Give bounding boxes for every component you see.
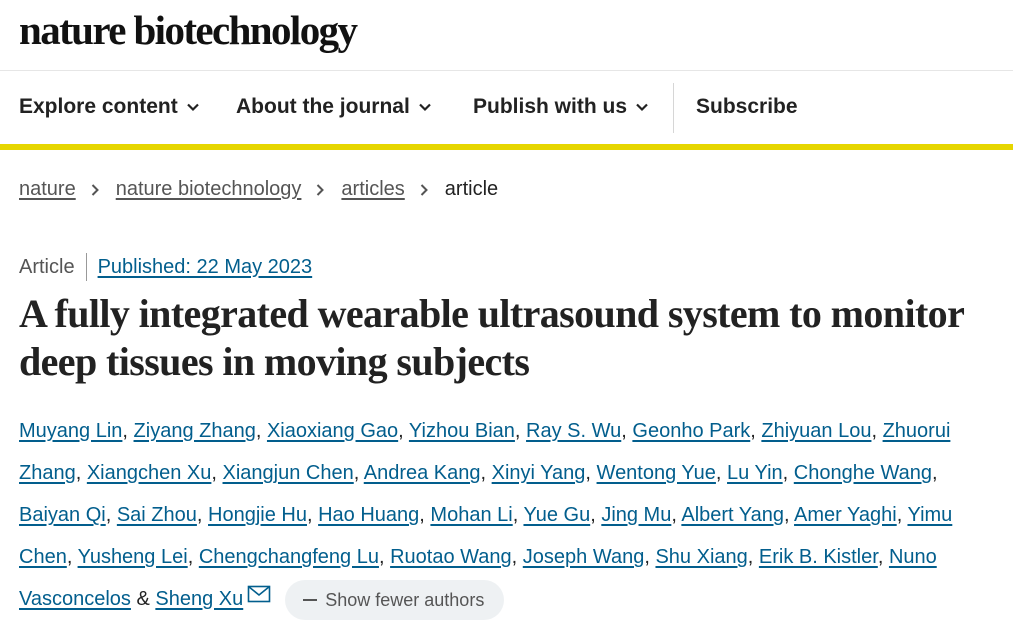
author-link[interactable]: Hongjie Hu bbox=[208, 504, 307, 526]
masthead: nature biotechnology bbox=[0, 0, 1013, 71]
nav-subscribe[interactable]: Subscribe bbox=[696, 95, 798, 119]
author-link[interactable]: Yizhou Bian bbox=[409, 420, 515, 442]
chevron-right-icon bbox=[317, 183, 325, 196]
author-link[interactable]: Yue Gu bbox=[523, 504, 590, 526]
author-link[interactable]: Erik B. Kistler bbox=[759, 546, 878, 568]
chevron-right-icon bbox=[91, 183, 99, 196]
chevron-down-icon bbox=[419, 103, 431, 112]
author-link[interactable]: Xiaoxiang Gao bbox=[267, 420, 398, 442]
author-link[interactable]: Baiyan Qi bbox=[19, 504, 106, 526]
author-link[interactable]: Geonho Park bbox=[632, 420, 750, 442]
author-link[interactable]: Xinyi Yang bbox=[492, 462, 586, 484]
author-link[interactable]: Shu Xiang bbox=[655, 546, 747, 568]
author-link[interactable]: Chonghe Wang bbox=[794, 462, 932, 484]
author-link[interactable]: Sai Zhou bbox=[117, 504, 197, 526]
breadcrumb-link-journal[interactable]: nature biotechnology bbox=[116, 178, 302, 201]
nav-item-label: About the journal bbox=[236, 95, 410, 118]
author-link[interactable]: Lu Yin bbox=[727, 462, 783, 484]
author-link[interactable]: Andrea Kang bbox=[364, 462, 481, 484]
nav-publish-with-us[interactable]: Publish with us bbox=[473, 95, 649, 119]
nav-divider bbox=[673, 83, 674, 133]
mail-icon[interactable] bbox=[247, 585, 271, 603]
author-list: Muyang Lin, Ziyang Zhang, Xiaoxiang Gao,… bbox=[19, 410, 1004, 620]
chevron-down-icon bbox=[636, 103, 648, 112]
nav-item-label: Publish with us bbox=[473, 95, 628, 118]
author-link[interactable]: Ziyang Zhang bbox=[134, 420, 256, 442]
show-fewer-authors-label: Show fewer authors bbox=[325, 589, 485, 610]
nav-explore-content[interactable]: Explore content bbox=[19, 95, 200, 119]
show-fewer-authors-button[interactable]: Show fewer authors bbox=[285, 579, 505, 620]
author-link[interactable]: Ruotao Wang bbox=[390, 546, 512, 568]
author-link[interactable]: Xiangjun Chen bbox=[223, 462, 354, 484]
author-link[interactable]: Wentong Yue bbox=[597, 462, 716, 484]
author-link[interactable]: Mohan Li bbox=[430, 504, 512, 526]
nav-item-label: Explore content bbox=[19, 95, 178, 118]
breadcrumb-link-nature[interactable]: nature bbox=[19, 178, 76, 201]
main-nav: Explore content About the journal Publis… bbox=[0, 71, 1013, 150]
article-title: A fully integrated wearable ultrasound s… bbox=[19, 291, 964, 384]
breadcrumb-current: article bbox=[444, 178, 499, 200]
breadcrumb: nature nature biotechnology articles art… bbox=[19, 178, 498, 201]
chevron-down-icon bbox=[186, 103, 199, 112]
chevron-right-icon bbox=[420, 183, 428, 196]
author-link[interactable]: Ray S. Wu bbox=[526, 420, 621, 442]
author-link[interactable]: Yusheng Lei bbox=[78, 546, 188, 568]
author-link[interactable]: Hao Huang bbox=[318, 504, 419, 526]
meta-divider bbox=[85, 253, 87, 281]
article-meta: Article Published: 22 May 2023 bbox=[19, 253, 312, 281]
author-link[interactable]: Albert Yang bbox=[681, 504, 784, 526]
author-link[interactable]: Sheng Xu bbox=[155, 588, 243, 610]
nav-item-label: Subscribe bbox=[696, 95, 798, 118]
author-link[interactable]: Chengchangfeng Lu bbox=[199, 546, 379, 568]
author-link[interactable]: Xiangchen Xu bbox=[87, 462, 212, 484]
minus-icon bbox=[303, 598, 318, 601]
author-link[interactable]: Joseph Wang bbox=[523, 546, 645, 568]
journal-logo[interactable]: nature biotechnology bbox=[19, 6, 358, 54]
author-link[interactable]: Amer Yaghi bbox=[794, 504, 897, 526]
author-link[interactable]: Muyang Lin bbox=[19, 420, 122, 442]
nav-about-journal[interactable]: About the journal bbox=[236, 95, 432, 119]
breadcrumb-link-articles[interactable]: articles bbox=[341, 178, 404, 201]
author-link[interactable]: Zhiyuan Lou bbox=[761, 420, 871, 442]
article-type: Article bbox=[19, 255, 75, 278]
published-date-link[interactable]: Published: 22 May 2023 bbox=[98, 256, 313, 279]
author-link[interactable]: Jing Mu bbox=[601, 504, 671, 526]
